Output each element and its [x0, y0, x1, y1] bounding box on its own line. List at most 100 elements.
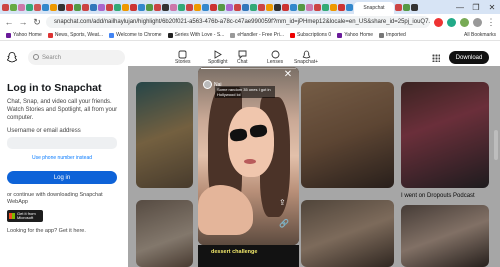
- download-button[interactable]: Download: [449, 51, 489, 64]
- profile-icon[interactable]: [473, 17, 482, 27]
- page-scrollbar[interactable]: [494, 130, 498, 160]
- bookmark-label: eHandler - Free Pri...: [237, 32, 285, 38]
- reload-icon[interactable]: ↻: [32, 17, 42, 28]
- close-icon[interactable]: ✕: [283, 70, 293, 80]
- tab-favicon[interactable]: [338, 3, 345, 11]
- tab-favicon[interactable]: [58, 3, 65, 11]
- tab-favicon[interactable]: [282, 3, 289, 11]
- tab-favicon[interactable]: [10, 3, 17, 11]
- tab-favicon[interactable]: [34, 3, 41, 11]
- get-app-text[interactable]: Looking for the app? Get it here.: [7, 228, 122, 234]
- tab-favicon[interactable]: [2, 3, 9, 11]
- link-icon[interactable]: 🔗: [279, 219, 289, 228]
- bookmark-item[interactable]: Series With Love - S...: [167, 32, 224, 38]
- yahoo-icon: [6, 32, 11, 38]
- tab-favicon[interactable]: [50, 3, 57, 11]
- login-title: Log in to Snapchat: [7, 82, 102, 94]
- tab-favicon[interactable]: [154, 3, 161, 11]
- folder-icon: [379, 32, 385, 38]
- tab-favicon[interactable]: [322, 3, 329, 11]
- tab-favicon[interactable]: [194, 3, 201, 11]
- tab-favicon[interactable]: [395, 3, 402, 11]
- extension-icon[interactable]: [460, 17, 469, 27]
- nav-lenses[interactable]: Lenses: [267, 50, 283, 65]
- tab-favicon[interactable]: [306, 3, 313, 11]
- login-button[interactable]: Log in: [7, 171, 117, 184]
- tab-favicon[interactable]: [226, 3, 233, 11]
- bookmark-item[interactable]: Subscriptions 0: [290, 32, 331, 38]
- tab-favicon[interactable]: [138, 3, 145, 11]
- username-label: Username or email address: [7, 128, 81, 134]
- forward-icon[interactable]: →: [18, 17, 28, 27]
- tab-favicon[interactable]: [242, 3, 249, 11]
- tab-favicon[interactable]: [26, 3, 33, 11]
- tab-favicon[interactable]: [82, 3, 89, 11]
- apps-grid-icon[interactable]: [432, 54, 440, 62]
- tab-favicon[interactable]: [170, 3, 177, 11]
- tab-favicon[interactable]: [274, 3, 281, 11]
- back-icon[interactable]: ←: [4, 17, 14, 27]
- chrome-icon: [109, 32, 115, 38]
- nav-stories[interactable]: Stories: [175, 50, 191, 65]
- url-field[interactable]: snapchat.com/add/nailhaylujan/highlight/…: [46, 16, 430, 28]
- tab-favicon[interactable]: [250, 3, 257, 11]
- hand-shape: [198, 185, 253, 235]
- tab-favicon[interactable]: [122, 3, 129, 11]
- extension-icon[interactable]: [434, 17, 443, 27]
- tab-favicon[interactable]: [18, 3, 25, 11]
- share-icon[interactable]: ⇪: [279, 198, 289, 207]
- tab-favicon[interactable]: [234, 3, 241, 11]
- avatar[interactable]: [203, 80, 212, 89]
- tab-favicon[interactable]: [202, 3, 209, 11]
- tab-favicon[interactable]: [298, 3, 305, 11]
- tab-favicon[interactable]: [314, 3, 321, 11]
- bookmark-label: News, Sports, Weat...: [54, 32, 104, 38]
- username-input[interactable]: [7, 137, 117, 149]
- maximize-button[interactable]: ❐: [468, 0, 484, 14]
- extension-icon[interactable]: [447, 17, 456, 27]
- bookmark-item[interactable]: eHandler - Free Pri...: [230, 32, 284, 38]
- tab-favicon[interactable]: [346, 3, 353, 11]
- nav-snapchat-plus[interactable]: Snapchat+: [294, 50, 318, 65]
- snapchat-ghost-icon[interactable]: [7, 52, 17, 63]
- tab-favicon[interactable]: [186, 3, 193, 11]
- active-tab[interactable]: Snapchat: [354, 2, 394, 14]
- bookmark-item[interactable]: Yahoo Home: [6, 32, 42, 38]
- microsoft-store-badge[interactable]: Get it from Microsoft: [7, 210, 43, 222]
- tab-favicon[interactable]: [106, 3, 113, 11]
- address-bar-row: ← → ↻ snapchat.com/add/nailhaylujan/high…: [0, 14, 500, 30]
- tab-favicon[interactable]: [178, 3, 185, 11]
- bookmark-label: Welcome to Chrome: [116, 32, 162, 38]
- tab-favicon[interactable]: [74, 3, 81, 11]
- use-phone-link[interactable]: Use phone number instead: [7, 155, 117, 161]
- tab-favicon[interactable]: [403, 3, 410, 11]
- tab-favicon[interactable]: [146, 3, 153, 11]
- tab-favicon[interactable]: [290, 3, 297, 11]
- tab-favicon[interactable]: [90, 3, 97, 11]
- tab-favicon[interactable]: [266, 3, 273, 11]
- search-input[interactable]: Search: [28, 50, 125, 65]
- bookmark-item[interactable]: News, Sports, Weat...: [47, 32, 104, 38]
- menu-icon[interactable]: ⋮: [486, 17, 496, 28]
- all-bookmarks[interactable]: All Bookmarks: [464, 32, 496, 38]
- tab-favicon[interactable]: [66, 3, 73, 11]
- bookmark-item[interactable]: Welcome to Chrome: [109, 32, 162, 38]
- bookmark-item[interactable]: Yahoo Home: [337, 32, 373, 38]
- close-window-button[interactable]: ✕: [484, 0, 500, 14]
- tab-favicon[interactable]: [330, 3, 337, 11]
- tab-favicon[interactable]: [258, 3, 265, 11]
- viewer-backdrop[interactable]: [128, 66, 500, 267]
- nav-chat[interactable]: Chat: [237, 50, 248, 65]
- tab-favicon[interactable]: [162, 3, 169, 11]
- tab-favicon[interactable]: [210, 3, 217, 11]
- tab-favicon[interactable]: [42, 3, 49, 11]
- tab-favicon[interactable]: [218, 3, 225, 11]
- tab-favicon[interactable]: [114, 3, 121, 11]
- minimize-button[interactable]: —: [452, 0, 468, 14]
- nav-spotlight[interactable]: Spotlight: [208, 50, 227, 65]
- tab-favicon[interactable]: [98, 3, 105, 11]
- tab-favicon[interactable]: [130, 3, 137, 11]
- tab-favicon[interactable]: [411, 3, 418, 11]
- snapchat-plus-icon: [302, 50, 310, 59]
- bookmark-folder[interactable]: Imported: [379, 32, 406, 38]
